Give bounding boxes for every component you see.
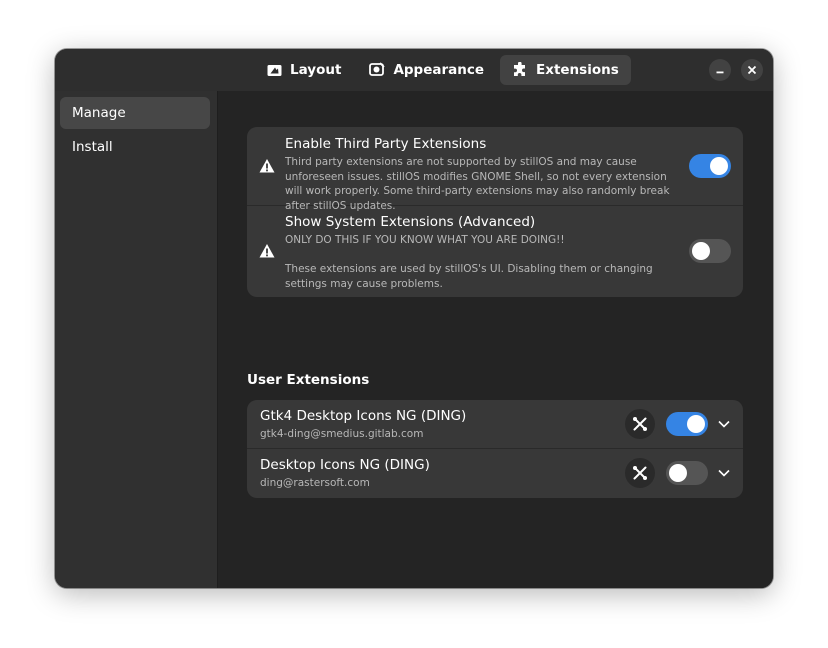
switch-knob (710, 157, 728, 175)
close-button[interactable] (741, 59, 763, 81)
tab-appearance[interactable]: Appearance (357, 55, 496, 85)
layout-icon (266, 62, 282, 78)
sidebar: Manage Install (55, 91, 218, 588)
switch-knob (692, 242, 710, 260)
third-party-extensions-switch[interactable] (689, 154, 731, 178)
extension-switch[interactable] (666, 412, 708, 436)
view-switcher: Layout Appearance Extensions (254, 55, 631, 85)
setting-subtitle: These extensions are used by stillOS's U… (285, 263, 653, 290)
main-content: Enable Third Party Extensions Third part… (218, 91, 773, 588)
system-extensions-switch[interactable] (689, 239, 731, 263)
puzzle-icon (512, 62, 528, 78)
extension-uuid: ding@rastersoft.com (260, 477, 370, 489)
extension-switch[interactable] (666, 461, 708, 485)
close-icon (747, 65, 757, 75)
switch-knob (669, 464, 687, 482)
sidebar-item-install[interactable]: Install (60, 131, 210, 163)
setting-subtitle: Third party extensions are not supported… (285, 156, 670, 212)
chevron-down-icon (718, 420, 730, 428)
setting-warning-text: ONLY DO THIS IF YOU KNOW WHAT YOU ARE DO… (285, 234, 565, 246)
tab-layout[interactable]: Layout (254, 55, 353, 85)
setting-title: Show System Extensions (Advanced) (285, 214, 536, 230)
extension-name: Desktop Icons NG (DING) (260, 457, 430, 473)
settings-card: Enable Third Party Extensions Third part… (247, 127, 743, 297)
extension-uuid: gtk4-ding@smedius.gitlab.com (260, 428, 424, 440)
extension-preferences-button[interactable] (625, 458, 655, 488)
sidebar-item-label: Install (72, 139, 113, 155)
tab-label: Appearance (393, 62, 485, 78)
minimize-icon (716, 71, 724, 74)
setting-title: Enable Third Party Extensions (285, 136, 487, 152)
tab-label: Extensions (536, 62, 619, 78)
setting-row-system-extensions: Show System Extensions (Advanced) ONLY D… (247, 206, 743, 297)
warning-icon (259, 244, 275, 258)
setting-row-third-party: Enable Third Party Extensions Third part… (247, 127, 743, 212)
extension-name: Gtk4 Desktop Icons NG (DING) (260, 408, 467, 424)
tab-label: Layout (290, 62, 342, 78)
extension-row[interactable]: Desktop Icons NG (DING) ding@rastersoft.… (247, 449, 743, 498)
appearance-icon (369, 62, 386, 78)
switch-knob (687, 415, 705, 433)
user-extensions-heading: User Extensions (247, 372, 370, 388)
tools-icon (633, 417, 647, 431)
user-extensions-list: Gtk4 Desktop Icons NG (DING) gtk4-ding@s… (247, 400, 743, 498)
app-window: Layout Appearance Extensions Manage Inst… (55, 49, 773, 588)
expand-button[interactable] (717, 466, 731, 480)
tab-extensions[interactable]: Extensions (500, 55, 631, 85)
expand-button[interactable] (717, 417, 731, 431)
sidebar-item-label: Manage (72, 105, 126, 121)
header-bar: Layout Appearance Extensions (55, 49, 773, 91)
minimize-button[interactable] (709, 59, 731, 81)
warning-icon (259, 159, 275, 173)
sidebar-item-manage[interactable]: Manage (60, 97, 210, 129)
extension-preferences-button[interactable] (625, 409, 655, 439)
extension-row[interactable]: Gtk4 Desktop Icons NG (DING) gtk4-ding@s… (247, 400, 743, 449)
tools-icon (633, 466, 647, 480)
chevron-down-icon (718, 469, 730, 477)
